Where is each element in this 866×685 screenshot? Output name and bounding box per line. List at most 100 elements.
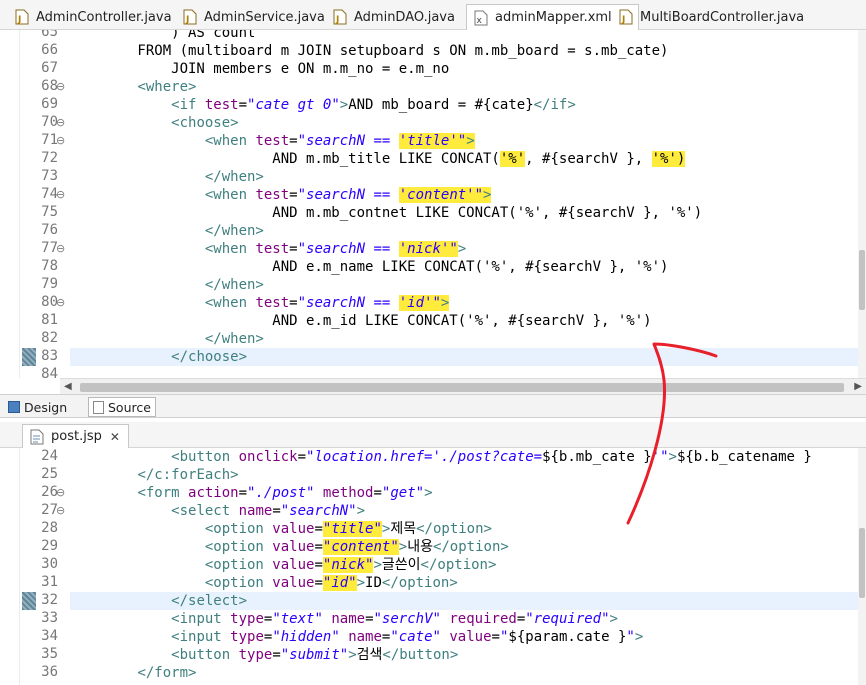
code-token: FROM (multiboard m JOIN setupboard s ON … <box>70 43 669 59</box>
code-line[interactable]: <option value="id">ID</option> <box>70 574 458 592</box>
code-line[interactable]: <button type="submit">검색</button> <box>70 646 458 664</box>
fold-toggle-icon[interactable]: ⊖ <box>56 132 68 150</box>
code-token: test <box>255 133 290 149</box>
code-line[interactable]: <input type="text" name="serchV" require… <box>70 610 618 628</box>
code-token: <form <box>137 485 189 501</box>
tab-admin-dao[interactable]: J AdminDAO.java <box>326 4 463 30</box>
fold-toggle-icon[interactable]: ⊖ <box>56 114 68 132</box>
tab-label: AdminService.java <box>204 9 325 25</box>
code-line[interactable]: </choose> <box>70 348 247 366</box>
line-number: 34 <box>41 628 58 644</box>
vertical-scrollbar[interactable] <box>858 30 866 378</box>
code-line[interactable]: <where> <box>70 78 196 96</box>
code-line[interactable]: FROM (multiboard m JOIN setupboard s ON … <box>70 42 668 60</box>
code-line[interactable]: </when> <box>70 168 264 186</box>
scroll-right-icon[interactable]: ▶ <box>854 381 862 392</box>
code-token: </when> <box>204 169 264 185</box>
tab-design[interactable]: Design <box>4 397 71 417</box>
java-file-icon: J <box>182 9 198 25</box>
line-number: 74 <box>41 186 58 202</box>
tab-admin-service[interactable]: J AdminService.java <box>176 4 333 30</box>
code-line[interactable]: <choose> <box>70 114 238 132</box>
code-line[interactable]: <option value="content">내용</option> <box>70 538 509 556</box>
code-line[interactable]: <if test="cate gt 0">AND mb_board = #{ca… <box>70 96 576 114</box>
scrollbar-thumb[interactable] <box>859 528 865 598</box>
xml-editor[interactable]: 65 ) AS count 66 FROM (multiboard m JOIN … <box>0 30 866 378</box>
fold-toggle-icon[interactable]: ⊖ <box>56 502 68 520</box>
line-number: 68 <box>41 78 58 94</box>
code-token: = <box>373 485 382 501</box>
code-line[interactable]: <input type="hidden" name="cate" value="… <box>70 628 643 646</box>
code-token: method <box>322 485 374 501</box>
line-number: 67 <box>41 60 58 76</box>
code-line[interactable]: AND e.m_name LIKE CONCAT('%', #{searchV … <box>70 258 668 276</box>
code-line[interactable]: <form action="./post" method="get"> <box>70 484 432 502</box>
scroll-left-icon[interactable]: ◀ <box>64 381 72 392</box>
code-line[interactable]: AND m.mb_contnet LIKE CONCAT('%', #{sear… <box>70 204 702 222</box>
code-token: "required" <box>525 611 610 627</box>
code-token: </choose> <box>171 349 248 365</box>
overview-ruler <box>0 30 20 378</box>
code-line[interactable]: ) AS count <box>70 30 255 42</box>
code-token: <when <box>204 241 256 257</box>
code-line[interactable]: <when test="searchN == 'title'"> <box>70 132 475 150</box>
tab-post-jsp[interactable]: post.jsp ✕ <box>22 424 129 449</box>
code-token: value <box>272 557 315 573</box>
xml-file-icon: x <box>473 10 489 26</box>
fold-toggle-icon[interactable]: ⊖ <box>56 484 68 502</box>
fold-toggle-icon[interactable]: ⊖ <box>56 186 68 204</box>
tab-admin-controller[interactable]: J AdminController.java <box>8 4 180 30</box>
code-line[interactable]: <when test="searchN == 'id'"> <box>70 294 450 312</box>
code-line[interactable]: </when> <box>70 222 264 240</box>
scrollbar-thumb[interactable] <box>80 383 844 392</box>
code-token: 내용 <box>407 539 433 555</box>
line-number: 36 <box>41 664 58 680</box>
code-line[interactable]: AND m.mb_title LIKE CONCAT('%', #{search… <box>70 150 686 168</box>
code-token: </c:forEach> <box>137 467 239 483</box>
scrollbar-thumb[interactable] <box>859 250 865 310</box>
code-token: "location.href='./post?cate= <box>306 449 543 465</box>
code-line[interactable]: </form> <box>70 664 196 682</box>
code-line[interactable]: <when test="searchN == 'content'"> <box>70 186 492 204</box>
fold-toggle-icon[interactable]: ⊖ <box>56 78 68 96</box>
code-token: </option> <box>416 521 492 537</box>
line-number: 77 <box>41 240 58 256</box>
tab-source[interactable]: Source <box>88 397 156 417</box>
code-line[interactable]: <when test="searchN == 'nick'"> <box>70 240 466 258</box>
code-token: > <box>356 575 366 591</box>
code-token: = <box>297 449 307 465</box>
tab-multiboard-controller[interactable]: J MultiBoardController.java <box>612 4 812 30</box>
code-token: "searchN == <box>297 187 399 203</box>
code-line[interactable]: <option value="title">제목</option> <box>70 520 492 538</box>
code-line[interactable]: <select name="searchN"> <box>70 502 365 520</box>
code-line[interactable]: </when> <box>70 276 264 294</box>
horizontal-scrollbar[interactable]: ◀ ▶ <box>60 378 866 395</box>
jsp-editor[interactable]: 24 <button onclick="location.href='./pos… <box>0 448 866 685</box>
code-token: "./post" <box>247 485 315 501</box>
code-token: 'title'" <box>398 133 467 149</box>
code-token: ${param.cate } <box>508 629 627 645</box>
tab-label: AdminController.java <box>36 9 172 25</box>
code-line[interactable]: <button onclick="location.href='./post?c… <box>70 448 812 466</box>
code-token: = <box>516 611 526 627</box>
code-token: = <box>314 539 323 555</box>
code-line[interactable]: </c:forEach> <box>70 466 239 484</box>
code-token: name <box>331 611 366 627</box>
code-line[interactable]: JOIN members e ON m.m_no = e.m_no <box>70 60 449 78</box>
code-line[interactable]: AND e.m_id LIKE CONCAT('%', #{searchV },… <box>70 312 651 330</box>
code-line[interactable]: <option value="nick">글쓴이</option> <box>70 556 496 574</box>
vertical-scrollbar[interactable] <box>858 448 866 685</box>
line-number: 72 <box>41 150 58 166</box>
close-icon[interactable]: ✕ <box>110 430 120 444</box>
code-token: </option> <box>381 575 458 591</box>
fold-toggle-icon[interactable]: ⊖ <box>56 294 68 312</box>
fold-toggle-icon[interactable]: ⊖ <box>56 240 68 258</box>
code-token: "cate" <box>390 629 441 645</box>
code-line[interactable]: </select> <box>70 592 247 610</box>
code-line[interactable]: </when> <box>70 330 264 348</box>
